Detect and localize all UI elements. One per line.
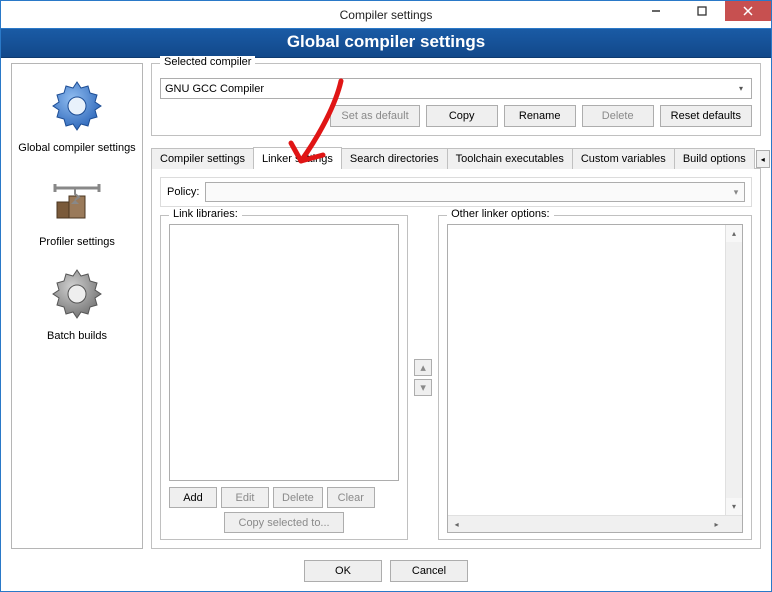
delete-lib-button[interactable]: Delete <box>273 487 323 508</box>
link-libraries-listbox[interactable] <box>169 224 399 481</box>
tab-compiler-settings[interactable]: Compiler settings <box>151 148 254 169</box>
set-default-button[interactable]: Set as default <box>330 105 419 127</box>
gear-icon <box>45 74 109 138</box>
cancel-button[interactable]: Cancel <box>390 560 468 582</box>
tab-linker-settings[interactable]: Linker settings <box>253 147 342 169</box>
policy-row: Policy: ▾ <box>160 177 752 207</box>
minimize-button[interactable] <box>633 1 679 21</box>
other-linker-options-group: Other linker options: <box>438 215 752 540</box>
copy-selected-button[interactable]: Copy selected to... <box>224 512 344 533</box>
sidebar-label: Batch builds <box>47 330 107 342</box>
tab-bar: Compiler settings Linker settings Search… <box>151 146 761 169</box>
group-label: Selected compiler <box>160 56 255 68</box>
sidebar-item-profiler[interactable]: Profiler settings <box>14 164 140 256</box>
link-libraries-group: Link libraries: Add Edit Delete Clear Co… <box>160 215 408 540</box>
sidebar-item-batch[interactable]: Batch builds <box>14 258 140 350</box>
sidebar-label: Profiler settings <box>39 236 115 248</box>
rename-button[interactable]: Rename <box>504 105 576 127</box>
close-button[interactable] <box>725 1 771 21</box>
tab-toolchain[interactable]: Toolchain executables <box>447 148 573 169</box>
compiler-select[interactable]: GNU GCC Compiler ▾ <box>160 78 752 99</box>
batch-gear-icon <box>45 262 109 326</box>
tab-custom-vars[interactable]: Custom variables <box>572 148 675 169</box>
close-icon <box>743 6 753 16</box>
horizontal-scrollbar[interactable] <box>448 515 742 532</box>
titlebar: Compiler settings <box>1 1 771 28</box>
window-controls <box>633 1 771 21</box>
chevron-down-icon: ▾ <box>728 187 744 198</box>
banner-title: Global compiler settings <box>1 28 771 58</box>
dialog-footer: OK Cancel <box>1 549 771 591</box>
copy-button[interactable]: Copy <box>426 105 498 127</box>
tab-search-directories[interactable]: Search directories <box>341 148 448 169</box>
policy-select[interactable]: ▾ <box>205 182 745 202</box>
selected-compiler-group: Selected compiler GNU GCC Compiler ▾ Set… <box>151 63 761 136</box>
clear-button[interactable]: Clear <box>327 487 375 508</box>
move-down-button[interactable]: ▾ <box>414 379 432 396</box>
other-linker-textarea[interactable] <box>447 224 743 533</box>
main-panel: Selected compiler GNU GCC Compiler ▾ Set… <box>151 63 761 549</box>
delete-button[interactable]: Delete <box>582 105 654 127</box>
maximize-icon <box>697 6 707 16</box>
edit-button[interactable]: Edit <box>221 487 269 508</box>
sidebar: Global compiler settings Profiler settin… <box>11 63 143 549</box>
reorder-column: ▴ ▾ <box>414 215 432 540</box>
maximize-button[interactable] <box>679 1 725 21</box>
ok-button[interactable]: OK <box>304 560 382 582</box>
profiler-icon <box>45 168 109 232</box>
tab-scroll-left[interactable]: ◂ <box>756 150 770 168</box>
add-button[interactable]: Add <box>169 487 217 508</box>
policy-label: Policy: <box>167 186 199 198</box>
compiler-select-value: GNU GCC Compiler <box>165 83 264 95</box>
sidebar-label: Global compiler settings <box>18 142 135 154</box>
move-up-button[interactable]: ▴ <box>414 359 432 376</box>
minimize-icon <box>651 6 661 16</box>
legend: Other linker options: <box>447 208 553 220</box>
tab-build-options[interactable]: Build options <box>674 148 755 169</box>
chevron-down-icon: ▾ <box>739 84 747 93</box>
legend: Link libraries: <box>169 208 242 220</box>
sidebar-item-global-compiler[interactable]: Global compiler settings <box>14 70 140 162</box>
tab-body: Policy: ▾ Link libraries: Add Edit Delet… <box>151 169 761 549</box>
reset-defaults-button[interactable]: Reset defaults <box>660 105 752 127</box>
vertical-scrollbar[interactable] <box>725 225 742 515</box>
